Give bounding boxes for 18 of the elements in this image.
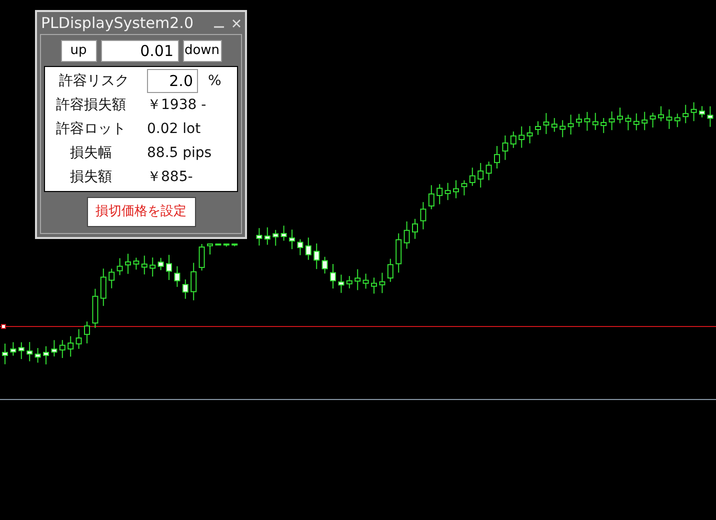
unit-label: % [208,72,222,90]
row-value: 0.02 lot [146,120,201,138]
down-button[interactable]: down [182,40,222,62]
row-label: 損失額 [69,168,113,186]
window-title: PLDisplaySystem2.0 [41,12,194,34]
row-label: 損失幅 [69,144,113,162]
step-value-field[interactable]: 0.01 [100,40,178,62]
row-value: ￥885- [146,168,193,186]
row-label: 許容ロット [55,120,127,138]
close-icon[interactable] [232,18,241,28]
risk-field[interactable]: 2.0 [147,69,198,93]
row-value: ￥1938 - [146,96,206,114]
up-button[interactable]: up [60,40,96,62]
row-label: 許容リスク [58,72,130,90]
price-line-handle[interactable] [1,324,6,329]
row-value: 88.5 pips [146,144,212,162]
row-label: 許容損失額 [55,96,127,114]
set-stop-loss-button[interactable]: 損切価格を設定 [86,197,196,227]
